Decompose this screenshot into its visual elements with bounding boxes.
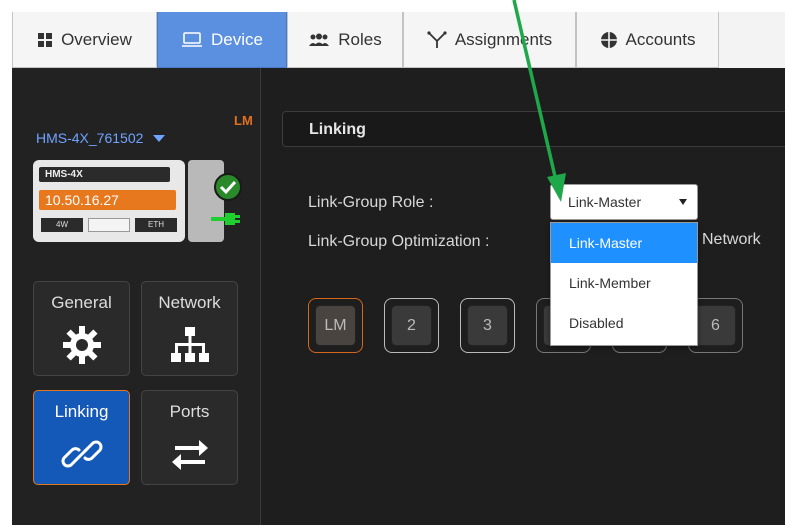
annotation-arrow <box>512 0 566 202</box>
